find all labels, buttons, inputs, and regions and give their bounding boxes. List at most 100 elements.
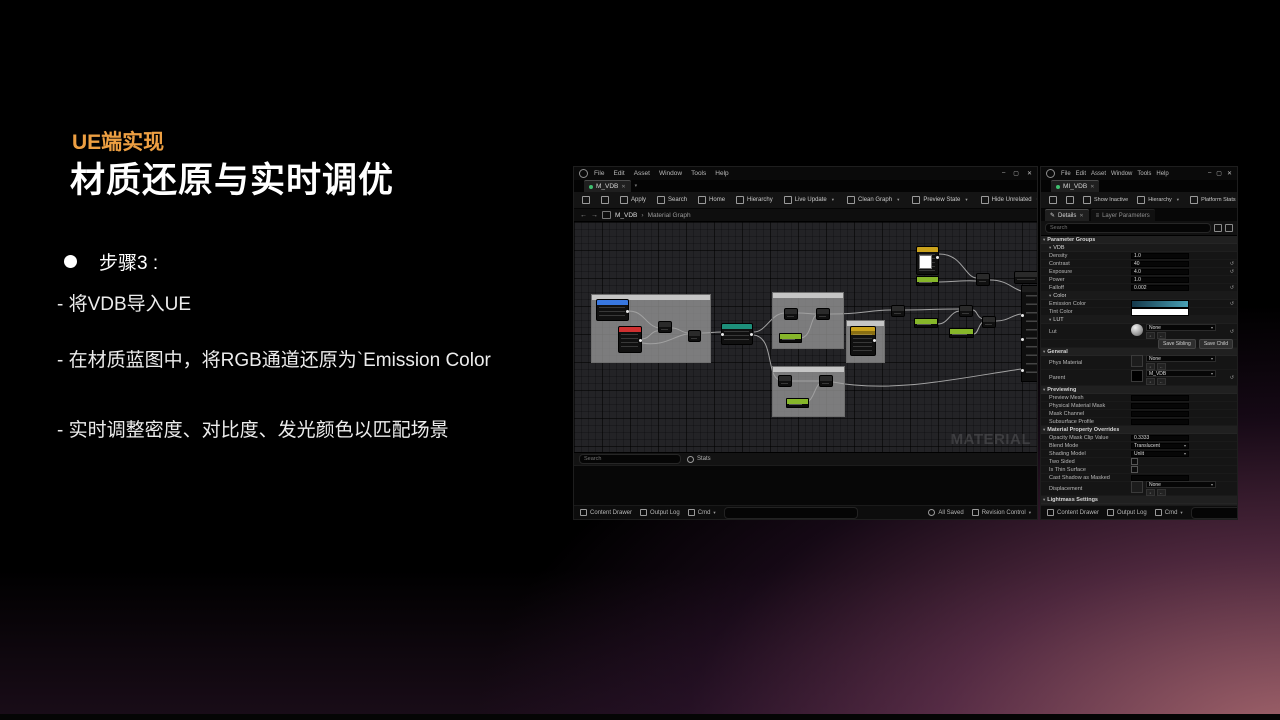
reset-icon[interactable]: ↺: [1230, 269, 1234, 275]
asset-thumbnail[interactable]: [1131, 481, 1143, 493]
ue-logo-icon[interactable]: [1046, 169, 1055, 178]
maximize-button[interactable]: ▢: [1013, 170, 1019, 177]
console-input[interactable]: [724, 507, 858, 519]
menu-edit[interactable]: Edit: [613, 170, 624, 177]
minimize-button[interactable]: –: [1002, 170, 1005, 177]
expander-icon[interactable]: ▾: [1043, 237, 1045, 243]
node-scalar-parameter[interactable]: [779, 333, 802, 343]
cmd-dropdown[interactable]: Cmd▾: [688, 509, 716, 516]
breadcrumb-asset[interactable]: M_VDB: [615, 212, 637, 219]
content-drawer-button[interactable]: Content Drawer: [1047, 509, 1099, 516]
node-multiply[interactable]: [959, 305, 973, 317]
menu-window[interactable]: Window: [659, 170, 682, 177]
node-scalar-parameter[interactable]: [949, 328, 974, 338]
param-value-field[interactable]: [1131, 411, 1189, 417]
asset-dropdown[interactable]: None▾: [1146, 355, 1216, 362]
live-update-button[interactable]: Live Update▾: [782, 195, 838, 205]
asset-dropdown[interactable]: M_VDB▾: [1146, 370, 1216, 377]
param-value-field[interactable]: 0.3333: [1131, 435, 1189, 441]
asset-dropdown[interactable]: None▾: [1146, 481, 1216, 488]
param-value-field[interactable]: 4.0: [1131, 269, 1189, 275]
menu-help[interactable]: Help: [715, 170, 728, 177]
close-icon[interactable]: ✕: [1079, 213, 1083, 219]
menu-window[interactable]: Window: [1111, 171, 1132, 177]
browse-asset-icon[interactable]: ⌕: [1146, 363, 1155, 370]
color-swatch[interactable]: [1131, 300, 1189, 308]
checkbox[interactable]: [1131, 466, 1138, 473]
node-scalar-parameter[interactable]: [914, 318, 938, 328]
save-child-button[interactable]: Save Child: [1199, 339, 1233, 349]
browse-asset-icon[interactable]: ⌕: [1146, 378, 1155, 385]
node-multiply[interactable]: [784, 308, 798, 320]
output-log-button[interactable]: Output Log: [1107, 509, 1147, 516]
content-drawer-button[interactable]: Content Drawer: [580, 509, 632, 516]
menu-file[interactable]: File: [594, 170, 604, 177]
asset-thumbnail[interactable]: [1131, 370, 1143, 382]
breadcrumb-page[interactable]: Material Graph: [648, 212, 691, 219]
node-small[interactable]: [1014, 271, 1037, 284]
close-icon[interactable]: ✕: [1090, 184, 1094, 190]
close-icon[interactable]: ✕: [621, 184, 625, 190]
browse-icon[interactable]: [599, 195, 611, 205]
menu-tools[interactable]: Tools: [691, 170, 706, 177]
color-swatch[interactable]: [1131, 308, 1189, 316]
tab-options-icon[interactable]: ▾: [635, 183, 638, 189]
hide-unrelated-button[interactable]: Hide Unrelated▾: [979, 195, 1038, 205]
node-scalar-parameter[interactable]: [916, 276, 939, 286]
menu-asset[interactable]: Asset: [634, 170, 650, 177]
all-saved-status[interactable]: All Saved: [928, 509, 963, 516]
save-icon[interactable]: [580, 195, 592, 205]
asset-tab[interactable]: M_VDB ✕: [584, 180, 631, 192]
expander-icon[interactable]: ▾: [1049, 245, 1051, 251]
settings-icon[interactable]: [1225, 224, 1233, 232]
color-swatch-white[interactable]: [919, 255, 932, 269]
node-multiply[interactable]: [688, 330, 701, 342]
param-value-field[interactable]: 1.0: [1131, 253, 1189, 259]
node-multiply[interactable]: [982, 316, 996, 328]
tab-details[interactable]: ✎ Details ✕: [1045, 209, 1089, 221]
node-function-teal[interactable]: [721, 323, 753, 345]
browse-asset-icon[interactable]: ⌕: [1146, 332, 1155, 339]
node-multiply[interactable]: [976, 273, 990, 286]
node-scalar-parameter[interactable]: [786, 398, 809, 408]
asset-dropdown[interactable]: None▾: [1146, 324, 1216, 331]
console-input[interactable]: [1191, 507, 1238, 519]
param-value-field[interactable]: [1131, 419, 1189, 425]
menu-edit[interactable]: Edit: [1076, 171, 1086, 177]
stats-tab[interactable]: Stats: [687, 456, 711, 463]
param-value-field[interactable]: [1131, 395, 1189, 401]
revision-control-button[interactable]: Revision Control▾: [972, 509, 1031, 516]
clean-graph-button[interactable]: Clean Graph▾: [845, 195, 903, 205]
menu-asset[interactable]: Asset: [1091, 171, 1106, 177]
param-value-field[interactable]: [1131, 403, 1189, 409]
expander-icon[interactable]: ▾: [1043, 349, 1045, 355]
expander-icon[interactable]: ▾: [1049, 317, 1051, 323]
reset-icon[interactable]: ↺: [1230, 329, 1234, 335]
output-log-button[interactable]: Output Log: [640, 509, 680, 516]
use-selected-icon[interactable]: ←: [1157, 489, 1166, 496]
hierarchy-button[interactable]: Hierarchy: [734, 195, 775, 205]
checkbox[interactable]: [1131, 458, 1138, 465]
param-dropdown[interactable]: Translucent▾: [1131, 443, 1189, 449]
material-graph[interactable]: MATERIAL: [574, 222, 1037, 452]
ue-logo-icon[interactable]: [579, 169, 588, 178]
comment-box[interactable]: [772, 366, 845, 417]
reset-icon[interactable]: ↺: [1230, 375, 1234, 381]
node-parameter-red[interactable]: [618, 326, 642, 353]
node-multiply[interactable]: [891, 305, 905, 317]
use-selected-icon[interactable]: ←: [1157, 363, 1166, 370]
minimize-button[interactable]: –: [1208, 170, 1211, 177]
node-material-output[interactable]: [1021, 285, 1037, 382]
browse-asset-icon[interactable]: ⌕: [1146, 489, 1155, 496]
expander-icon[interactable]: ▾: [1043, 497, 1045, 503]
param-value-field[interactable]: [1131, 475, 1189, 481]
menu-help[interactable]: Help: [1156, 171, 1168, 177]
search-button[interactable]: Search: [655, 195, 689, 205]
asset-thumbnail[interactable]: [1131, 355, 1143, 367]
expander-icon[interactable]: ▾: [1043, 427, 1045, 433]
apply-button[interactable]: Apply: [618, 195, 648, 205]
reset-icon[interactable]: ↺: [1230, 301, 1234, 307]
reset-icon[interactable]: ↺: [1230, 285, 1234, 291]
node-multiply[interactable]: [816, 308, 830, 320]
forward-icon[interactable]: →: [591, 212, 598, 219]
